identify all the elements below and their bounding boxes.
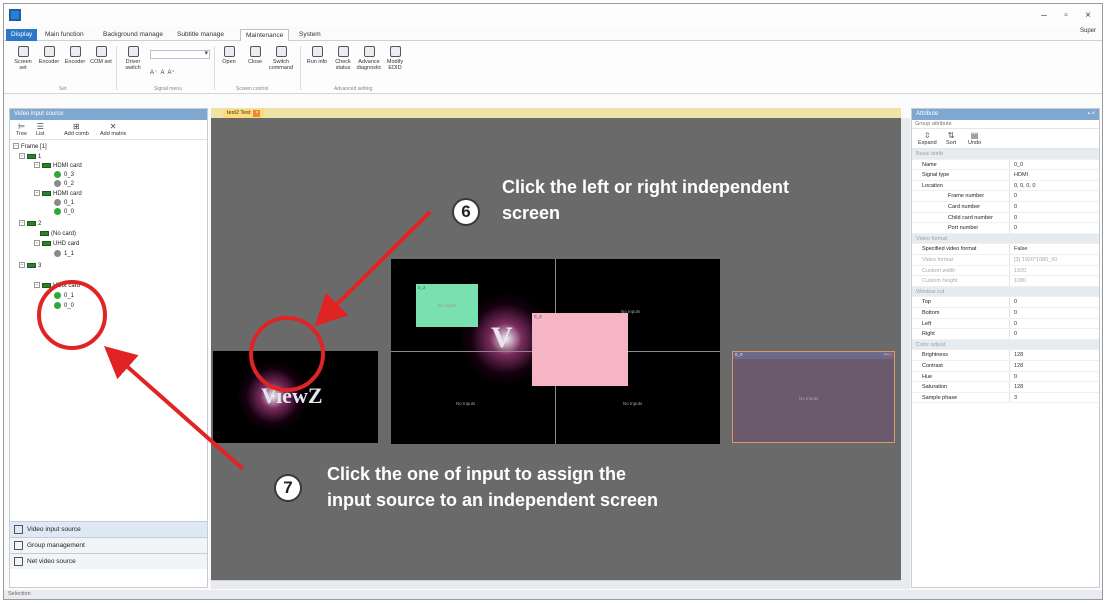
callout-line: Click the left or right independent [502, 177, 790, 197]
callout-line: input source to an independent screen [327, 490, 659, 510]
highlight-circle-screen [249, 316, 325, 392]
highlight-circle-inputs [37, 280, 107, 350]
callout-line: screen [502, 203, 561, 223]
callout-line: Click the one of input to assign the [327, 464, 627, 484]
arrow-step7 [104, 346, 245, 471]
callout-step7: Click the one of input to assign the inp… [327, 461, 658, 513]
step-badge-7: 7 [274, 474, 302, 502]
arrow-step6 [314, 210, 432, 327]
callout-step6: Click the left or right independent scre… [502, 174, 789, 226]
step-badge-6: 6 [452, 198, 480, 226]
